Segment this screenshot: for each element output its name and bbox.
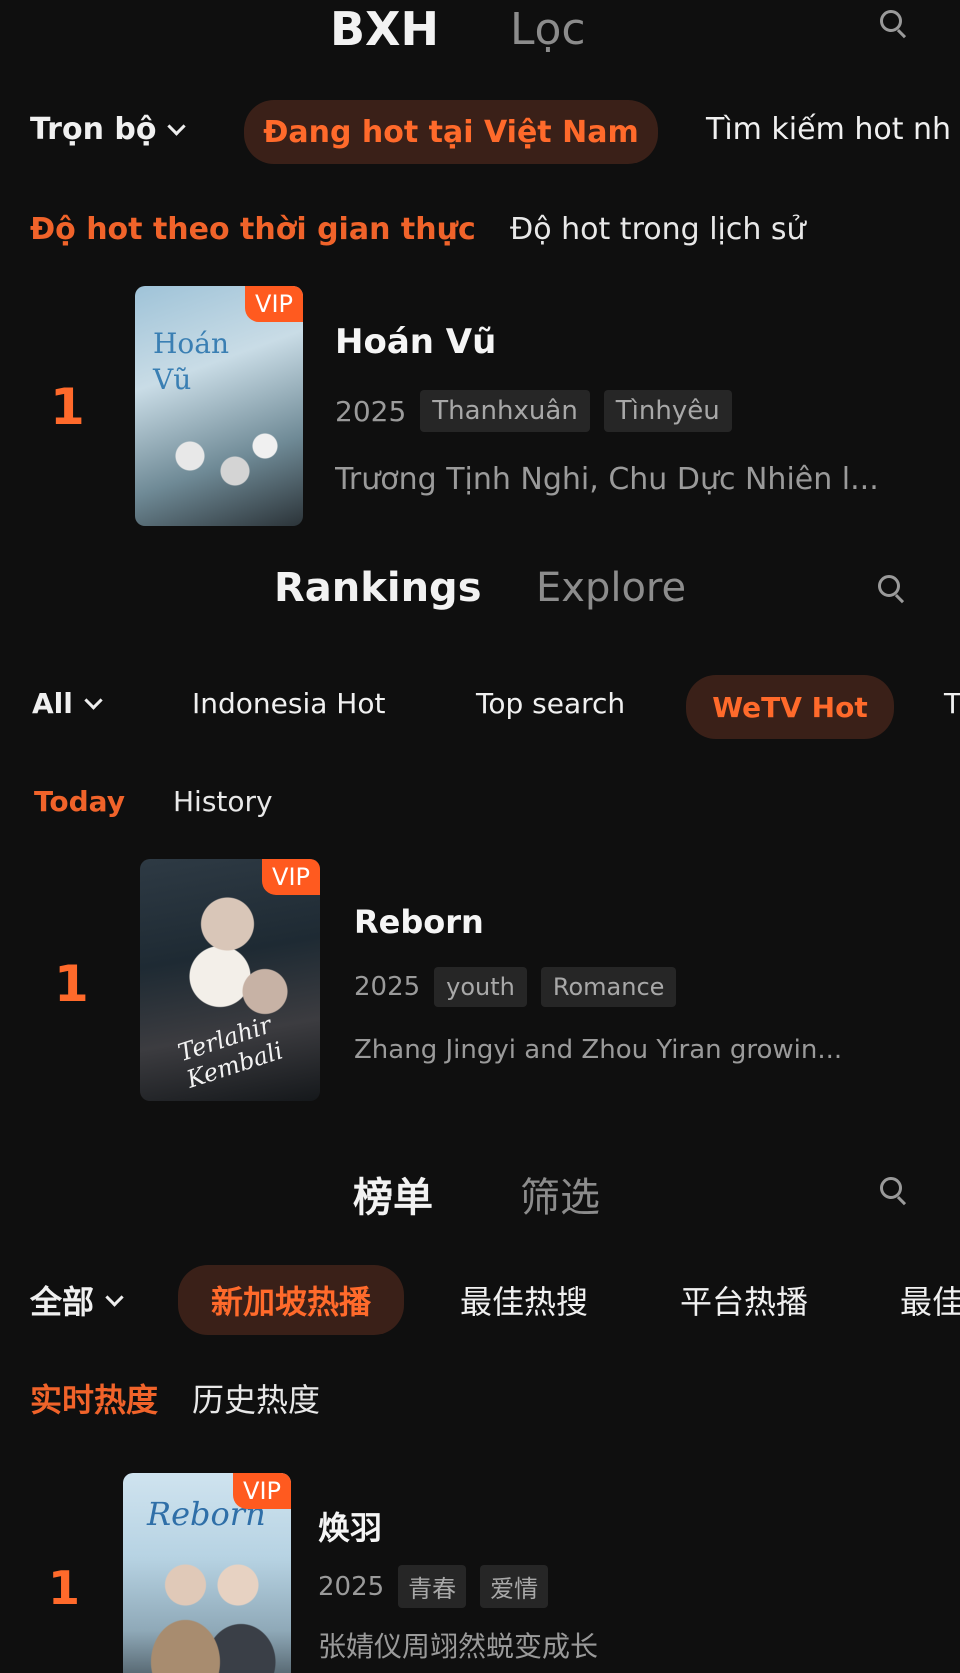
drama-meta: 2025 青春 爱情 — [318, 1565, 549, 1608]
filter-chip-platform-hot[interactable]: 平台热播 — [680, 1277, 808, 1323]
filter-all-label: All — [32, 687, 73, 720]
category-filter-bar: All Indonesia Hot Top search WeTV Hot T — [0, 673, 960, 743]
drama-meta: 2025 youth Romance — [354, 967, 677, 1007]
drama-poster[interactable]: Hoán Vũ VIP — [135, 286, 303, 526]
subtab-history[interactable]: Độ hot trong lịch sử — [510, 212, 806, 247]
drama-title[interactable]: 焕羽 — [318, 1503, 382, 1549]
search-icon[interactable] — [880, 10, 908, 39]
filter-chip-active[interactable]: Đang hot tại Việt Nam — [244, 100, 658, 164]
poster-title-text: Hoán Vũ — [153, 327, 230, 396]
filter-chip-active[interactable]: WeTV Hot — [686, 675, 894, 739]
tab-rankings[interactable]: Rankings — [274, 565, 482, 611]
vip-badge: VIP — [262, 859, 320, 895]
tab-explore[interactable]: Lọc — [510, 4, 586, 55]
category-filter-bar: Trọn bộ Đang hot tại Việt Nam Tìm kiếm h… — [0, 98, 960, 168]
genre-tag[interactable]: 青春 — [398, 1565, 467, 1608]
drama-meta: 2025 Thanhxuân Tìnhyêu — [335, 390, 732, 432]
filter-chip-next[interactable]: 最佳 — [900, 1277, 960, 1323]
filter-all-label: 全部 — [30, 1283, 95, 1321]
filter-chip-indonesia-hot[interactable]: Indonesia Hot — [192, 687, 385, 720]
filter-chip-active[interactable]: 新加坡热播 — [178, 1265, 404, 1335]
chevron-down-icon — [84, 691, 103, 710]
filter-chip-top-search[interactable]: Tìm kiếm hot nh — [706, 112, 951, 147]
rank-number: 1 — [50, 378, 85, 436]
search-icon[interactable] — [880, 1177, 908, 1206]
filter-all-dropdown[interactable]: All — [32, 687, 103, 720]
rank-number: 1 — [54, 955, 89, 1013]
top-navigation: BXH Lọc — [0, 0, 960, 60]
poster-figures — [145, 416, 295, 516]
genre-tag[interactable]: youth — [434, 967, 527, 1007]
drama-year: 2025 — [354, 972, 421, 1002]
subtab-realtime[interactable]: 实时热度 — [30, 1375, 158, 1421]
subtab-realtime[interactable]: Độ hot theo thời gian thực — [30, 212, 476, 247]
subtab-history[interactable]: History — [173, 785, 273, 818]
chevron-down-icon — [105, 1287, 124, 1307]
drama-poster[interactable]: Terlahir Kembali VIP — [140, 859, 320, 1101]
subtab-history[interactable]: 历史热度 — [192, 1375, 320, 1421]
filter-all-dropdown[interactable]: 全部 — [30, 1277, 124, 1323]
drama-title[interactable]: Hoán Vũ — [335, 322, 496, 362]
vn-ranking-panel: BXH Lọc Trọn bộ Đang hot tại Việt Nam Tì… — [0, 0, 960, 545]
filter-all-dropdown[interactable]: Trọn bộ — [30, 112, 187, 147]
top-navigation: 榜单 筛选 — [0, 1165, 960, 1225]
rank-number: 1 — [48, 1561, 81, 1615]
tab-rankings[interactable]: BXH — [330, 2, 439, 56]
chevron-down-icon — [167, 117, 187, 136]
zh-ranking-panel: 榜单 筛选 全部 新加坡热播 最佳热搜 平台热播 最佳 实时热度 历史热度 1 … — [0, 1125, 960, 1673]
genre-tag[interactable]: 爱情 — [480, 1565, 549, 1608]
drama-title[interactable]: Reborn — [354, 903, 484, 941]
drama-description: 张婧仪周翊然蜕变成长 — [318, 1630, 599, 1663]
top-navigation: Rankings Explore — [0, 565, 960, 625]
poster-figures — [133, 1543, 283, 1673]
filter-chip-next[interactable]: T — [944, 687, 960, 720]
filter-chip-top-search[interactable]: Top search — [476, 687, 625, 720]
genre-tag[interactable]: Thanhxuân — [420, 390, 590, 432]
subtab-today[interactable]: Today — [34, 785, 125, 818]
drama-description: Trương Tịnh Nghi, Chu Dực Nhiên l... — [335, 462, 879, 497]
genre-tag[interactable]: Romance — [540, 967, 677, 1007]
search-icon[interactable] — [878, 575, 906, 604]
tab-rankings[interactable]: 榜单 — [353, 1165, 433, 1223]
drama-year: 2025 — [335, 394, 407, 428]
tab-explore[interactable]: 筛选 — [520, 1165, 600, 1223]
drama-description: Zhang Jingyi and Zhou Yiran growin... — [354, 1035, 843, 1065]
genre-tag[interactable]: Tìnhyêu — [603, 390, 732, 432]
filter-chip-best-search[interactable]: 最佳热搜 — [460, 1277, 588, 1323]
vip-badge: VIP — [245, 286, 303, 322]
filter-all-label: Trọn bộ — [30, 112, 157, 147]
en-ranking-panel: Rankings Explore All Indonesia Hot Top s… — [0, 545, 960, 1125]
category-filter-bar: 全部 新加坡热播 最佳热搜 平台热播 最佳 — [0, 1263, 960, 1335]
vip-badge: VIP — [233, 1473, 291, 1509]
drama-poster[interactable]: Reborn VIP — [123, 1473, 291, 1673]
drama-year: 2025 — [318, 1571, 385, 1602]
tab-explore[interactable]: Explore — [536, 565, 686, 611]
